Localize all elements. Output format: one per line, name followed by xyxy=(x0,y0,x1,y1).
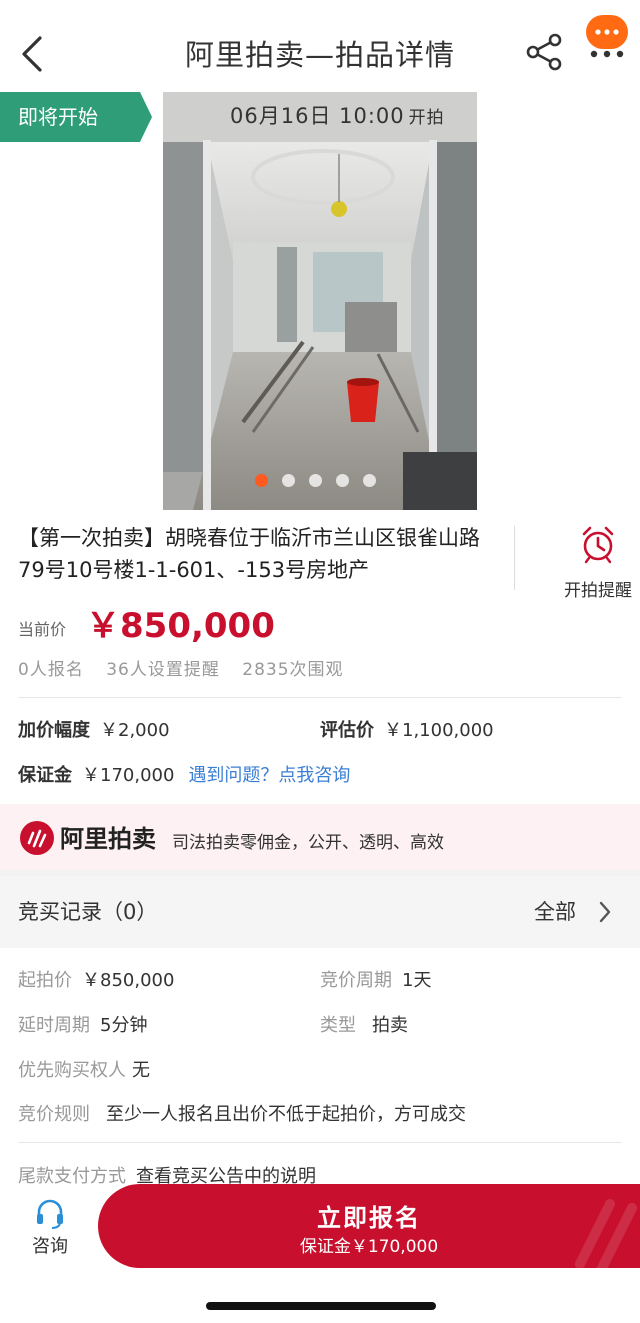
share-icon[interactable] xyxy=(524,32,564,72)
brand-slogan: 司法拍卖零佣金，公开、透明、高效 xyxy=(172,833,444,853)
chat-dots-icon xyxy=(595,29,619,35)
consult-link[interactable]: 遇到问题？点我咨询 xyxy=(188,765,350,786)
message-badge[interactable] xyxy=(586,15,628,49)
reminder-count: 36人设置提醒 xyxy=(106,660,220,680)
auction-start-time: 06月16日 10:00 开拍 xyxy=(230,100,445,130)
start-price-value: ￥850,000 xyxy=(82,970,175,991)
start-time-suffix: 开拍 xyxy=(408,108,445,128)
type-label: 类型 xyxy=(320,1015,356,1036)
lot-stats: 0人报名 36人设置提醒 2835次围观 xyxy=(18,655,360,680)
carousel-dot[interactable] xyxy=(282,474,295,487)
home-indicator xyxy=(206,1302,436,1310)
divider xyxy=(18,697,622,698)
increment-row: 加价幅度 ￥2,000 xyxy=(18,716,170,742)
register-deposit-label: 保证金￥170,000 xyxy=(299,1237,439,1257)
start-reminder-button[interactable]: 开拍提醒 xyxy=(556,576,640,601)
bid-record-label: 竞买记录（0） xyxy=(18,900,158,924)
carousel-dot[interactable] xyxy=(309,474,322,487)
current-price-value: ￥850,000 xyxy=(86,606,275,646)
bid-cycle-label: 竞价周期 xyxy=(320,970,392,991)
consult-button[interactable]: 咨询 xyxy=(20,1198,80,1258)
appraisal-value: ￥1,100,000 xyxy=(384,720,494,741)
photo-gallery[interactable]: 即将开始 06月16日 10:00 开拍 xyxy=(0,92,640,510)
hallway-photo-illustration xyxy=(163,92,477,510)
bid-cycle-row: 竞价周期 1天 xyxy=(320,966,431,992)
divider xyxy=(18,1142,622,1143)
brand-name: 阿里拍卖 xyxy=(60,825,156,853)
bid-cycle-value: 1天 xyxy=(402,970,432,991)
deposit-label: 保证金 xyxy=(18,765,72,786)
chevron-right-icon[interactable] xyxy=(598,900,612,924)
signup-count: 0人报名 xyxy=(18,660,84,680)
status-badge: 即将开始 xyxy=(0,92,152,142)
register-now-label: 立即报名 xyxy=(317,1204,421,1232)
delay-label: 延时周期 xyxy=(18,1015,90,1036)
bid-rule-row: 竞价规则 至少一人报名且出价不低于起拍价，方可成交 xyxy=(18,1100,466,1126)
bid-record-row[interactable]: 竞买记录（0） 全部 xyxy=(0,876,640,948)
carousel-indicator xyxy=(255,474,376,487)
start-price-row: 起拍价 ￥850,000 xyxy=(18,966,174,992)
view-all-link[interactable]: 全部 xyxy=(534,896,576,926)
type-value: 拍卖 xyxy=(372,1015,408,1036)
carousel-dot[interactable] xyxy=(255,474,268,487)
vertical-divider xyxy=(514,526,515,590)
register-now-button[interactable]: 立即报名 保证金￥170,000 xyxy=(98,1184,640,1268)
increment-label: 加价幅度 xyxy=(18,720,90,741)
current-price-label: 当前价 xyxy=(18,620,67,639)
bid-rule-label: 竞价规则 xyxy=(18,1104,90,1125)
appraisal-row: 评估价 ￥1,100,000 xyxy=(320,716,494,742)
brand-banner: 阿里拍卖 司法拍卖零佣金，公开、透明、高效 xyxy=(0,804,640,870)
priority-value: 无 xyxy=(132,1060,150,1081)
more-options-icon[interactable] xyxy=(590,50,624,58)
delay-value: 5分钟 xyxy=(100,1015,148,1036)
deposit-value: ￥170,000 xyxy=(82,765,175,786)
carousel-dot[interactable] xyxy=(363,474,376,487)
bid-rule-value: 至少一人报名且出价不低于起拍价，方可成交 xyxy=(106,1104,466,1125)
ali-auction-logo xyxy=(20,821,54,855)
view-count: 2835次围观 xyxy=(242,660,344,680)
deposit-row: 保证金 ￥170,000 遇到问题？点我咨询 xyxy=(18,761,350,787)
lot-title: 【第一次拍卖】胡晓春位于临沂市兰山区银雀山路79号10号楼1-1-601、-15… xyxy=(18,526,480,582)
delay-row: 延时周期 5分钟 xyxy=(18,1011,147,1037)
start-price-label: 起拍价 xyxy=(18,970,72,991)
property-photo[interactable] xyxy=(163,92,477,510)
consult-label: 咨询 xyxy=(32,1236,68,1257)
priority-row: 优先购买权人无 xyxy=(18,1056,150,1082)
headset-icon xyxy=(37,1199,63,1229)
increment-value: ￥2,000 xyxy=(100,720,170,741)
start-time-value: 06月16日 10:00 xyxy=(230,104,405,128)
alarm-clock-icon[interactable] xyxy=(578,524,618,564)
carousel-dot[interactable] xyxy=(336,474,349,487)
appraisal-label: 评估价 xyxy=(320,720,374,741)
type-row: 类型 拍卖 xyxy=(320,1011,408,1037)
logo-mark-icon xyxy=(27,829,47,848)
top-nav-bar: 阿里拍卖—拍品详情 xyxy=(0,0,640,100)
priority-label: 优先购买权人 xyxy=(18,1060,126,1081)
